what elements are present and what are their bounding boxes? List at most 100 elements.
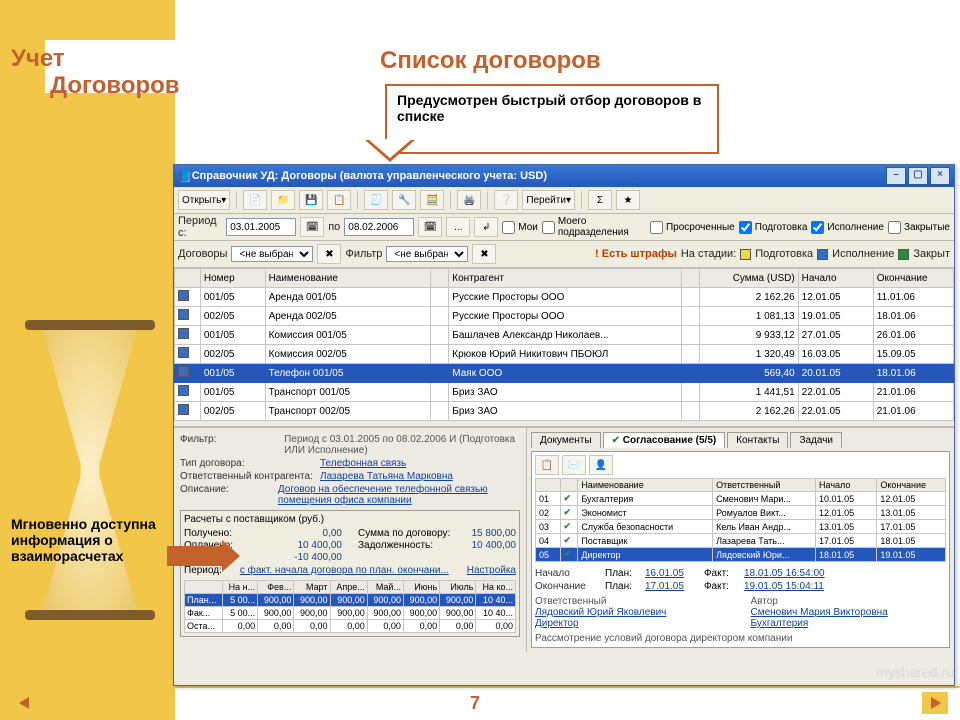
contracts-label: Договоры — [178, 248, 227, 260]
tab-contacts[interactable]: Контакты — [727, 432, 788, 448]
filter-clear-icon[interactable]: ✖ — [472, 244, 496, 264]
months-row[interactable]: Фак...5 00...900,00900,00900,00900,00900… — [185, 607, 516, 620]
contracts-select[interactable]: <не выбран> — [231, 246, 313, 262]
toolbar-period: Период с: 🗓 по 🗓 ... ↲ Мои Моего подразд… — [174, 214, 954, 241]
tab-docs[interactable]: Документы — [531, 432, 601, 448]
prev-slide-button[interactable] — [12, 692, 38, 714]
help-icon[interactable]: ❔ — [494, 190, 518, 210]
approval-row[interactable]: 05✔ДиректорЛядовский Юри...18.01.0519.01… — [536, 548, 946, 562]
period-ellipsis[interactable]: ... — [446, 217, 470, 237]
callout-calc-tip: Мгновенно доступна информация о взаимора… — [11, 516, 169, 564]
description-link[interactable]: Договор на обеспечение телефонной связью… — [278, 484, 520, 506]
date-to-picker[interactable]: 🗓 — [418, 217, 442, 237]
folder-icon[interactable]: 📁 — [271, 190, 295, 210]
page-number: 7 — [470, 693, 480, 714]
table-row[interactable]: 001/05Транспорт 001/05Бриз ЗАО1 441,5122… — [175, 383, 954, 402]
appr-icon-1[interactable]: 📋 — [535, 455, 559, 475]
app-window: 📘 Справочник УД: Договоры (валюта управл… — [173, 164, 955, 686]
calc-panel: Расчеты с поставщиком (руб.) Получено:0,… — [180, 510, 520, 637]
square-prep-icon — [740, 249, 751, 260]
calc-period-link[interactable]: с факт. начала договора по план. окончан… — [240, 565, 449, 576]
tool-icon-2[interactable]: 🔧 — [392, 190, 416, 210]
contracts-table[interactable]: Номер Наименование Контрагент Сумма (USD… — [174, 268, 954, 421]
period-to-label: по — [328, 221, 340, 233]
detail-resp-link[interactable]: Лядовский Юрий Яковлевич — [535, 607, 731, 618]
arrow-to-calc — [167, 546, 222, 566]
maximize-button[interactable]: ▢ — [908, 167, 928, 185]
period-to-input[interactable] — [344, 218, 414, 236]
date-from-picker[interactable]: 🗓 — [300, 217, 324, 237]
responsible-link[interactable]: Лазарева Татьяна Марковна — [320, 471, 453, 482]
right-tabs: Документы ✔ Согласование (5/5) Контакты … — [531, 432, 950, 448]
filter-select[interactable]: <не выбран> — [386, 246, 468, 262]
sigma-icon[interactable]: Σ — [588, 190, 612, 210]
open-button[interactable]: Открыть ▾ — [178, 190, 230, 210]
col-sum[interactable]: Сумма (USD) — [700, 269, 798, 288]
penalty-warning: ! Есть штрафы — [595, 248, 677, 260]
square-exec-icon — [817, 249, 828, 260]
doc-icon[interactable]: 📄 — [243, 190, 267, 210]
approval-row[interactable]: 01✔БухгалтерияСменович Мари...10.01.0512… — [536, 492, 946, 506]
slide-title: Список договоров — [380, 47, 601, 75]
window-title: Справочник УД: Договоры (валюта управлен… — [192, 170, 884, 182]
stage-label: На стадии: — [681, 248, 736, 260]
minimize-button[interactable]: – — [886, 167, 906, 185]
col-number[interactable]: Номер — [200, 269, 265, 288]
col-name[interactable]: Наименование — [265, 269, 431, 288]
approval-row[interactable]: 02✔ЭкономистРомуалов Викт...12.01.0513.0… — [536, 506, 946, 520]
table-row[interactable]: 002/05Аренда 002/05Русские Просторы ООО1… — [175, 307, 954, 326]
hourglass-deco — [10, 320, 170, 620]
detail-author-link[interactable]: Сменович Мария Викторовна — [751, 607, 947, 618]
titlebar[interactable]: 📘 Справочник УД: Договоры (валюта управл… — [174, 165, 954, 187]
print-icon[interactable]: 🖨️ — [457, 190, 481, 210]
col-end[interactable]: Окончание — [873, 269, 953, 288]
calc-settings-link[interactable]: Настройка — [467, 565, 516, 576]
footer-divider — [175, 686, 960, 688]
detail-org-link[interactable]: Директор — [535, 618, 731, 629]
col-cparty[interactable]: Контрагент — [449, 269, 682, 288]
star-icon[interactable]: ★ — [616, 190, 640, 210]
table-row[interactable]: 001/05Телефон 001/05Маяк ООО569,4020.01.… — [175, 364, 954, 383]
copy-icon[interactable]: 📋 — [327, 190, 351, 210]
months-table[interactable]: На н...Фев...МартАпре...Май...ИюньИюльНа… — [184, 580, 516, 633]
table-row[interactable]: 002/05Транспорт 002/05Бриз ЗАО2 162,2622… — [175, 402, 954, 421]
filter-overdue[interactable]: Просроченные — [650, 221, 735, 234]
filter-prep[interactable]: Подготовка — [739, 221, 808, 234]
filter-closed[interactable]: Закрытые — [888, 221, 950, 234]
detail-org2-link[interactable]: Бухгалтерия — [751, 618, 947, 629]
close-button[interactable]: × — [930, 167, 950, 185]
callout-filter-tail — [365, 140, 415, 162]
tool-icon-3[interactable]: 🧮 — [420, 190, 444, 210]
approval-row[interactable]: 04✔ПоставщикЛазарева Тать...17.01.0518.0… — [536, 534, 946, 548]
months-row[interactable]: План...5 00...900,00900,00900,00900,0090… — [185, 594, 516, 607]
contract-type-link[interactable]: Телефонная связь — [320, 458, 406, 469]
tab-tasks[interactable]: Задачи — [790, 432, 842, 448]
toolbar-main: Открыть ▾ 📄 📁 💾 📋 🧾 🔧 🧮 🖨️ ❔ Перейти ▾ Σ… — [174, 187, 954, 214]
table-row[interactable]: 001/05Комиссия 001/05Башлачев Александр … — [175, 326, 954, 345]
appr-icon-3[interactable]: 👤 — [589, 455, 613, 475]
table-row[interactable]: 002/05Комиссия 002/05Крюков Юрий Никитов… — [175, 345, 954, 364]
months-row[interactable]: Оста...0,000,000,000,000,000,000,000,00 — [185, 620, 516, 633]
period-apply-icon[interactable]: ↲ — [474, 217, 498, 237]
filter-label: Фильтр — [345, 248, 382, 260]
appr-icon-2[interactable]: ✉️ — [562, 455, 586, 475]
contracts-clear-icon[interactable]: ✖ — [317, 244, 341, 264]
period-from-input[interactable] — [226, 218, 296, 236]
detail-panel-right: Документы ✔ Согласование (5/5) Контакты … — [527, 428, 954, 652]
period-from-label: Период с: — [178, 215, 222, 239]
save-icon[interactable]: 💾 — [299, 190, 323, 210]
filter-summary: Период с 03.01.2005 по 08.02.2006 И (Под… — [284, 434, 520, 456]
filter-mine[interactable]: Мои — [502, 221, 538, 234]
approval-table[interactable]: Наименование Ответственный Начало Оконча… — [535, 478, 946, 562]
filter-exec[interactable]: Исполнение — [811, 221, 884, 234]
brand-line2: Договоров — [50, 72, 180, 100]
col-start[interactable]: Начало — [798, 269, 873, 288]
filter-dept[interactable]: Моего подразделения — [542, 216, 646, 238]
next-slide-button[interactable] — [922, 692, 948, 714]
toolbar-filter2: Договоры <не выбран> ✖ Фильтр <не выбран… — [174, 241, 954, 268]
goto-button[interactable]: Перейти ▾ — [522, 190, 575, 210]
tool-icon-1[interactable]: 🧾 — [364, 190, 388, 210]
approval-row[interactable]: 03✔Служба безопасностиКель Иван Андр...1… — [536, 520, 946, 534]
table-row[interactable]: 001/05Аренда 001/05Русские Просторы ООО2… — [175, 288, 954, 307]
tab-approval[interactable]: ✔ Согласование (5/5) — [603, 432, 726, 448]
